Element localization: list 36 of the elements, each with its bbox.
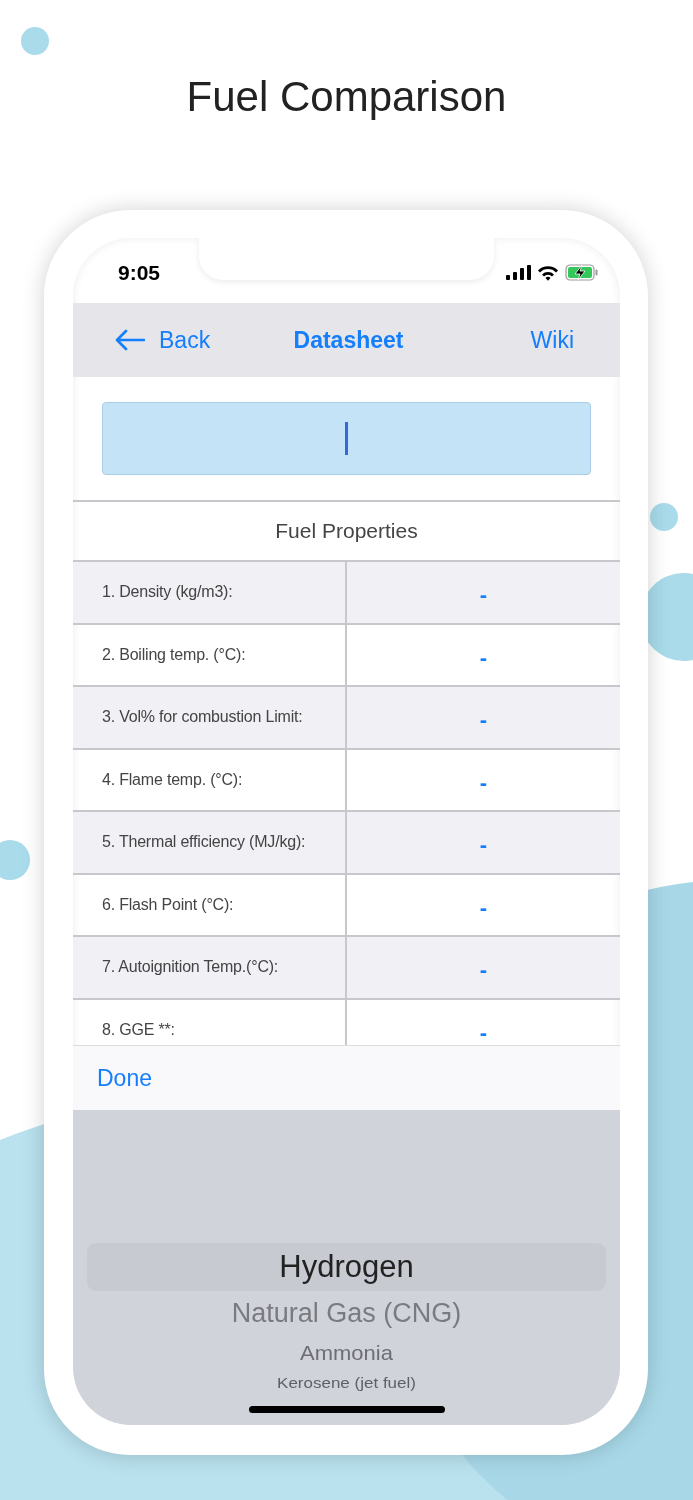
property-label: 6. Flash Point (°C): xyxy=(102,895,234,914)
status-time: 9:05 xyxy=(118,259,161,285)
picker-option[interactable]: Ammonia xyxy=(87,1335,606,1371)
property-value: - xyxy=(479,832,488,859)
property-label: 8. GGE **: xyxy=(102,1020,175,1039)
nav-title: Datasheet xyxy=(292,326,404,354)
back-button[interactable]: Back xyxy=(115,326,211,354)
decor-circle xyxy=(0,840,30,880)
property-value: - xyxy=(479,582,488,609)
property-label: 5. Thermal efficiency (MJ/kg): xyxy=(102,833,306,852)
decor-circle xyxy=(21,27,49,55)
picker-option[interactable]: Kerosene (jet fuel) xyxy=(87,1372,606,1396)
table-title: Fuel Properties xyxy=(275,519,418,543)
picker-selection[interactable]: Hydrogen xyxy=(87,1243,606,1291)
battery-icon xyxy=(565,264,598,281)
decor-circle xyxy=(650,503,678,531)
fuel-picker[interactable]: Hydrogen Natural Gas (CNG) Ammonia Kerosene (jet fuel) xyxy=(73,1110,620,1425)
back-arrow-icon xyxy=(115,329,145,351)
done-button[interactable]: Done xyxy=(97,1064,152,1092)
wiki-link[interactable]: Wiki xyxy=(530,326,574,354)
page-title: Fuel Comparison xyxy=(186,73,507,121)
property-value: - xyxy=(479,1019,488,1045)
property-value: - xyxy=(479,644,488,671)
signal-icon xyxy=(506,265,531,280)
property-value: - xyxy=(479,894,488,921)
property-label: 3. Vol% for combustion Limit: xyxy=(102,708,303,727)
wifi-icon xyxy=(537,264,559,281)
property-value: - xyxy=(479,957,488,984)
picker-option[interactable]: Natural Gas (CNG) xyxy=(87,1291,606,1335)
property-label: 1. Density (kg/m3): xyxy=(102,583,233,602)
property-value: - xyxy=(479,707,488,734)
property-label: 7. Autoignition Temp.(°C): xyxy=(102,958,279,977)
property-label: 2. Boiling temp. (°C): xyxy=(102,645,246,664)
property-label: 4. Flame temp. (°C): xyxy=(102,770,243,789)
search-field[interactable] xyxy=(102,402,591,475)
property-value: - xyxy=(479,769,488,796)
